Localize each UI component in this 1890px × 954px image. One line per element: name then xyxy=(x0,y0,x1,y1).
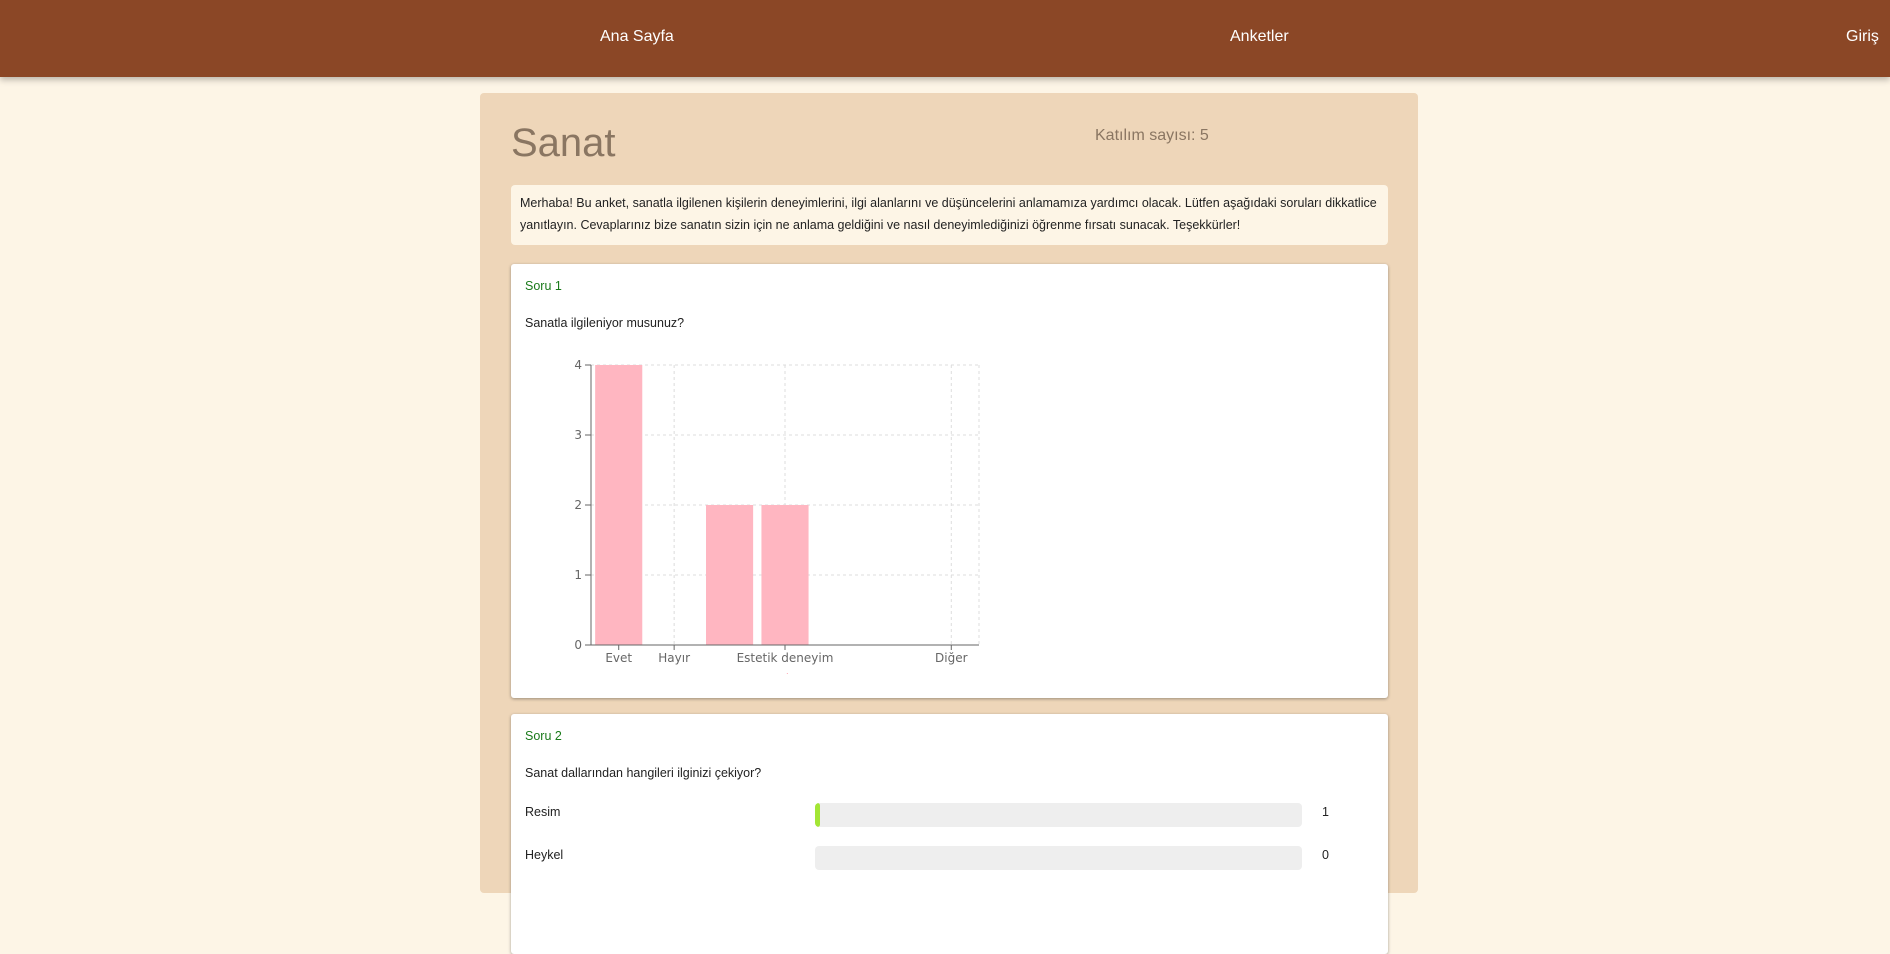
question-card-2: Soru 2 Sanat dallarından hangileri ilgin… xyxy=(511,714,1388,954)
x-tick-label: Diğer xyxy=(935,651,968,665)
question-text: Sanat dallarından hangileri ilginizi çek… xyxy=(525,766,762,780)
survey-title: Sanat xyxy=(511,121,616,165)
question-text: Sanatla ilgileniyor musunuz? xyxy=(525,316,685,330)
option-row-heykel: Heykel 0 xyxy=(525,846,1365,872)
survey-intro: Merhaba! Bu anket, sanatla ilgilenen kiş… xyxy=(511,185,1388,245)
option-label: Heykel xyxy=(525,848,564,862)
question-card-1: Soru 1 Sanatla ilgileniyor musunuz? 0 1 2 3… xyxy=(511,264,1388,698)
option-count: 0 xyxy=(1322,848,1329,862)
bar-evet xyxy=(595,365,643,645)
question-number: Soru 2 xyxy=(525,729,562,743)
legend-label: value xyxy=(770,672,806,674)
question-number: Soru 1 xyxy=(525,279,562,293)
y-tick-label: 2 xyxy=(574,498,582,512)
option-progress-fill xyxy=(815,803,820,827)
y-tick-label: 1 xyxy=(574,568,582,582)
nav-home-link[interactable]: Ana Sayfa xyxy=(600,28,674,46)
survey-panel: Sanat Katılım sayısı: 5 Merhaba! Bu anke… xyxy=(480,93,1418,954)
participation-count: Katılım sayısı: 5 xyxy=(1095,127,1209,144)
y-tick-label: 0 xyxy=(574,638,582,652)
option-count: 1 xyxy=(1322,805,1329,819)
x-tick-label: Estetik deneyim xyxy=(737,651,834,665)
x-tick-label: Evet xyxy=(605,651,632,665)
option-progress-track xyxy=(815,846,1302,870)
option-progress-track xyxy=(815,803,1302,827)
top-nav-bar: Ana Sayfa Anketler Giriş xyxy=(0,0,1890,77)
x-tick-label: Hayır xyxy=(658,651,690,665)
option-label: Resim xyxy=(525,805,561,819)
bar-estetik-deneyim xyxy=(761,505,809,645)
y-tick-label: 4 xyxy=(574,358,582,372)
y-tick-label: 3 xyxy=(574,428,582,442)
question-1-bar-chart: 0 1 2 3 4 Evet Hayır Estetik deneyim Diğer value xyxy=(574,358,980,674)
nav-login-link[interactable]: Giriş xyxy=(1846,28,1879,46)
option-row-resim: Resim 1 xyxy=(525,803,1365,829)
bar-slot-2 xyxy=(706,505,754,645)
nav-surveys-link[interactable]: Anketler xyxy=(1230,28,1289,46)
